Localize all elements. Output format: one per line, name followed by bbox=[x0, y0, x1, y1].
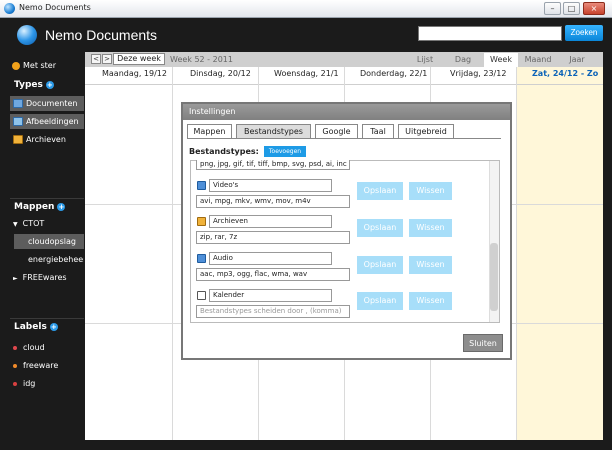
extensions-input[interactable]: aac, mp3, ogg, flac, wma, wav bbox=[196, 268, 350, 281]
folder-item-freewares[interactable]: ► FREEwares bbox=[10, 270, 84, 285]
audio-icon bbox=[197, 254, 206, 263]
filetype-name-input[interactable]: Archieven bbox=[209, 215, 332, 228]
sidebar-item-archieven[interactable]: Archieven bbox=[10, 132, 84, 147]
tab-taal[interactable]: Taal bbox=[362, 124, 394, 138]
view-tab-lijst[interactable]: Lijst bbox=[410, 53, 440, 67]
delete-button[interactable]: Wissen bbox=[409, 219, 452, 237]
filetype-name-input[interactable]: Audio bbox=[209, 252, 332, 265]
add-folder-icon[interactable]: + bbox=[57, 202, 66, 211]
close-dialog-button[interactable]: Sluiten bbox=[463, 334, 503, 352]
starred-item[interactable]: Met ster bbox=[12, 61, 56, 70]
tab-mappen[interactable]: Mappen bbox=[187, 124, 232, 138]
save-button[interactable]: Opslaan bbox=[357, 292, 403, 310]
label-item-cloud[interactable]: cloud bbox=[10, 340, 84, 355]
column-divider bbox=[172, 67, 173, 440]
day-header: Vrijdag, 23/12 bbox=[450, 69, 507, 78]
day-header: Woensdag, 21/1 bbox=[274, 69, 339, 78]
star-icon bbox=[12, 61, 20, 70]
folders-heading: Mappen + bbox=[14, 202, 66, 212]
day-header: Maandag, 19/12 bbox=[102, 69, 167, 78]
save-button[interactable]: Opslaan bbox=[357, 182, 403, 200]
window-title: Nemo Documents bbox=[19, 3, 91, 12]
calendar-icon bbox=[197, 291, 206, 300]
day-header: Dinsdag, 20/12 bbox=[190, 69, 251, 78]
this-week-button[interactable]: Deze week bbox=[113, 53, 165, 65]
minimize-button[interactable]: – bbox=[544, 2, 561, 15]
filetype-name-input[interactable]: Kalender bbox=[209, 289, 332, 302]
search-button[interactable]: Zoeken bbox=[565, 25, 603, 41]
save-button[interactable]: Opslaan bbox=[357, 256, 403, 274]
sidebar-item-documenten[interactable]: Documenten bbox=[10, 96, 84, 111]
window-title-bar: Nemo Documents – □ × bbox=[0, 0, 612, 18]
day-header-today: Zat, 24/12 - Zo bbox=[532, 69, 599, 78]
view-tab-week[interactable]: Week bbox=[484, 53, 518, 67]
document-icon bbox=[13, 99, 23, 108]
label-color-dot bbox=[13, 345, 17, 350]
archive-icon bbox=[197, 217, 206, 226]
video-icon bbox=[197, 181, 206, 190]
label-color-dot bbox=[13, 381, 17, 386]
week-label: Week 52 - 2011 bbox=[170, 55, 233, 64]
tab-uitgebreid[interactable]: Uitgebreid bbox=[398, 124, 454, 138]
view-tab-dag[interactable]: Dag bbox=[446, 53, 480, 67]
view-tab-maand[interactable]: Maand bbox=[520, 53, 556, 67]
extensions-input[interactable]: png, jpg, gif, tif, tiff, bmp, svg, psd,… bbox=[196, 160, 350, 170]
label-color-dot bbox=[13, 363, 17, 368]
tab-bestandstypes[interactable]: Bestandstypes bbox=[236, 124, 311, 138]
folder-item-ctot[interactable]: ▼ CTOT bbox=[10, 216, 84, 231]
sidebar-divider bbox=[10, 318, 84, 319]
label-item-idg[interactable]: idg bbox=[10, 376, 84, 391]
tab-google[interactable]: Google bbox=[315, 124, 358, 138]
extensions-input[interactable]: zip, rar, 7z bbox=[196, 231, 350, 244]
app-logo bbox=[17, 25, 37, 45]
archive-icon bbox=[13, 135, 23, 144]
extensions-input[interactable]: Bestandstypes scheiden door , (komma) bbox=[196, 305, 350, 318]
next-week-button[interactable]: > bbox=[102, 54, 112, 64]
maximize-button[interactable]: □ bbox=[563, 2, 580, 15]
dialog-title: Instellingen bbox=[189, 107, 236, 116]
app-title: Nemo Documents bbox=[45, 27, 158, 43]
prev-week-button[interactable]: < bbox=[91, 54, 101, 64]
delete-button[interactable]: Wissen bbox=[409, 182, 452, 200]
add-type-icon[interactable]: + bbox=[45, 80, 54, 89]
today-column bbox=[516, 67, 603, 440]
close-window-button[interactable]: × bbox=[583, 2, 605, 15]
delete-button[interactable]: Wissen bbox=[409, 256, 452, 274]
scrollbar-thumb[interactable] bbox=[490, 243, 498, 311]
chevron-right-icon[interactable]: ► bbox=[13, 275, 18, 282]
add-filetype-button[interactable]: Toevoegen bbox=[264, 146, 306, 157]
column-divider bbox=[516, 67, 517, 440]
view-tab-jaar[interactable]: Jaar bbox=[560, 53, 594, 67]
app-icon bbox=[4, 3, 15, 14]
day-header: Donderdag, 22/1 bbox=[360, 69, 428, 78]
filetype-name-input[interactable]: Video's bbox=[209, 179, 332, 192]
types-heading: Types + bbox=[14, 80, 54, 90]
folder-item-cloudopslag[interactable]: cloudopslag bbox=[14, 234, 84, 249]
add-label-icon[interactable]: + bbox=[49, 322, 58, 331]
search-input[interactable] bbox=[418, 26, 562, 41]
tab-divider bbox=[187, 138, 501, 139]
section-label: Bestandstypes: bbox=[189, 147, 259, 156]
chevron-down-icon[interactable]: ▼ bbox=[13, 221, 18, 228]
label-item-freeware[interactable]: freeware bbox=[10, 358, 84, 373]
delete-button[interactable]: Wissen bbox=[409, 292, 452, 310]
sidebar-item-afbeeldingen[interactable]: Afbeeldingen bbox=[10, 114, 84, 129]
folder-item-energiebeheer[interactable]: energiebeheer bbox=[14, 252, 84, 267]
extensions-input[interactable]: avi, mpg, mkv, wmv, mov, m4v bbox=[196, 195, 350, 208]
sidebar-divider bbox=[10, 198, 84, 199]
image-icon bbox=[13, 117, 23, 126]
labels-heading: Labels + bbox=[14, 322, 58, 332]
save-button[interactable]: Opslaan bbox=[357, 219, 403, 237]
